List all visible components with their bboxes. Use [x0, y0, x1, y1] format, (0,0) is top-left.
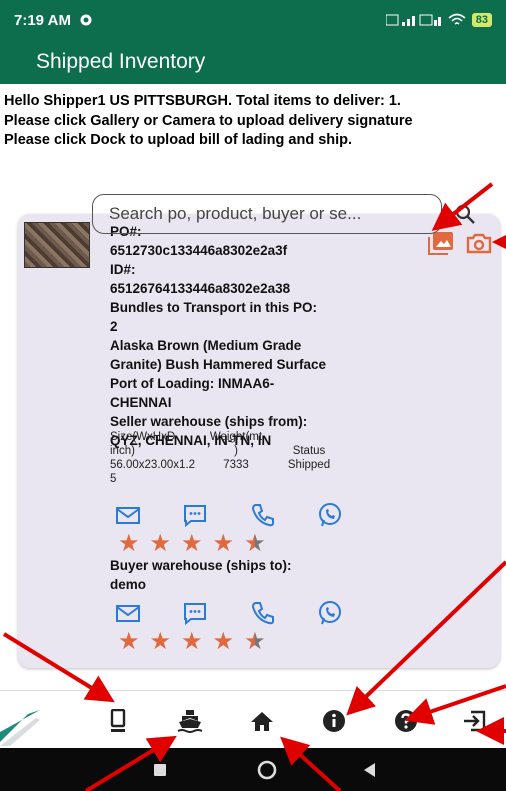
bundles-label: Bundles to Transport in this PO:: [110, 300, 318, 315]
recent-apps-icon[interactable]: [150, 760, 170, 780]
bottom-navigation: [0, 690, 506, 748]
status-time: 7:19 AM: [14, 11, 71, 29]
star-icon[interactable]: ★: [118, 630, 140, 654]
back-icon[interactable]: [360, 760, 380, 780]
search-input[interactable]: Search po, product, buyer or se...: [92, 194, 442, 234]
buyer-value: demo: [110, 577, 147, 592]
item-metrics: Size(WxHxD inch) 56.00x23.00x1.2 5 Weigh…: [110, 430, 380, 490]
intro-message: Hello Shipper1 US PITTSBURGH. Total item…: [4, 92, 506, 151]
corner-decoration: [0, 710, 40, 746]
buyer-rating: ★ ★ ★ ★ ★: [118, 630, 266, 654]
nav-home[interactable]: [248, 707, 276, 735]
product-name-line-2: Granite) Bush Hammered Surface: [110, 357, 327, 372]
seller-rating: ★ ★ ★ ★ ★: [118, 532, 266, 556]
search-icon[interactable]: [454, 203, 476, 225]
star-icon[interactable]: ★: [150, 532, 172, 556]
gallery-icon[interactable]: [428, 231, 454, 255]
intro-line-1: Hello Shipper1 US PITTSBURGH. Total item…: [4, 93, 401, 109]
star-icon[interactable]: ★: [181, 630, 203, 654]
system-navigation-bar: [0, 748, 506, 791]
status-bar: 7:19 AM 83: [0, 0, 506, 40]
nav-inventory[interactable]: [104, 707, 132, 735]
half-star-icon[interactable]: ★: [244, 630, 266, 654]
inventory-card: PO#: 6512730c133446a8302e2a3f ID#: 65126…: [18, 214, 500, 668]
device-icon[interactable]: [108, 709, 128, 733]
seller-contact-row: [114, 500, 344, 530]
size-metric: Size(WxHxD inch) 56.00x23.00x1.2 5: [110, 431, 196, 485]
battery-indicator: 83: [471, 13, 492, 27]
port-line-1: Port of Loading: INMAA6-: [110, 376, 275, 391]
id-value: 65126764133446a8302e2a38: [110, 281, 291, 296]
nav-info[interactable]: [320, 707, 348, 735]
logout-icon[interactable]: [462, 710, 486, 732]
ship-icon[interactable]: [177, 709, 203, 733]
help-icon[interactable]: [394, 709, 418, 733]
nav-logout[interactable]: [460, 707, 488, 735]
po-value: 6512730c133446a8302e2a3f: [110, 243, 288, 258]
status-metric: Status Shipped: [287, 445, 331, 471]
search-bar: Search po, product, buyer or se...: [92, 194, 492, 234]
email-icon[interactable]: [114, 599, 142, 627]
star-icon[interactable]: ★: [213, 532, 235, 556]
star-icon[interactable]: ★: [213, 630, 235, 654]
email-icon[interactable]: [114, 501, 142, 529]
intro-line-3: Please click Dock to upload bill of ladi…: [4, 132, 353, 148]
port-line-2: CHENNAI: [110, 395, 172, 410]
buyer-contact-row: [114, 598, 344, 628]
nav-help[interactable]: [392, 707, 420, 735]
phone-icon[interactable]: [249, 501, 277, 529]
id-label: ID#:: [110, 262, 136, 277]
seller-label: Seller warehouse (ships from):: [110, 414, 308, 429]
signal-icon: [385, 14, 441, 26]
star-icon[interactable]: ★: [181, 532, 203, 556]
gear-icon: [80, 14, 92, 26]
page-title: Shipped Inventory: [36, 50, 206, 73]
buyer-label: Buyer warehouse (ships to):: [110, 558, 292, 573]
item-details: PO#: 6512730c133446a8302e2a3f ID#: 65126…: [110, 222, 380, 450]
buyer-info: Buyer warehouse (ships to): demo: [110, 556, 380, 594]
weight-metric: Weight(mt ) 7333: [209, 431, 263, 471]
product-thumbnail[interactable]: [24, 222, 90, 268]
camera-icon[interactable]: [466, 232, 492, 254]
nav-dock[interactable]: [176, 707, 204, 735]
home-icon[interactable]: [250, 710, 274, 732]
product-name-line-1: Alaska Brown (Medium Grade: [110, 338, 302, 353]
app-bar: Shipped Inventory: [0, 40, 506, 84]
whatsapp-icon[interactable]: [316, 501, 344, 529]
bundles-value: 2: [110, 319, 118, 334]
info-icon[interactable]: [322, 709, 346, 733]
phone-icon[interactable]: [249, 599, 277, 627]
half-star-icon[interactable]: ★: [244, 532, 266, 556]
whatsapp-icon[interactable]: [316, 599, 344, 627]
sms-icon[interactable]: [181, 501, 209, 529]
sms-icon[interactable]: [181, 599, 209, 627]
star-icon[interactable]: ★: [150, 630, 172, 654]
home-system-icon[interactable]: [257, 760, 277, 780]
wifi-icon: [448, 13, 466, 25]
star-icon[interactable]: ★: [118, 532, 140, 556]
intro-line-2: Please click Gallery or Camera to upload…: [4, 112, 413, 129]
